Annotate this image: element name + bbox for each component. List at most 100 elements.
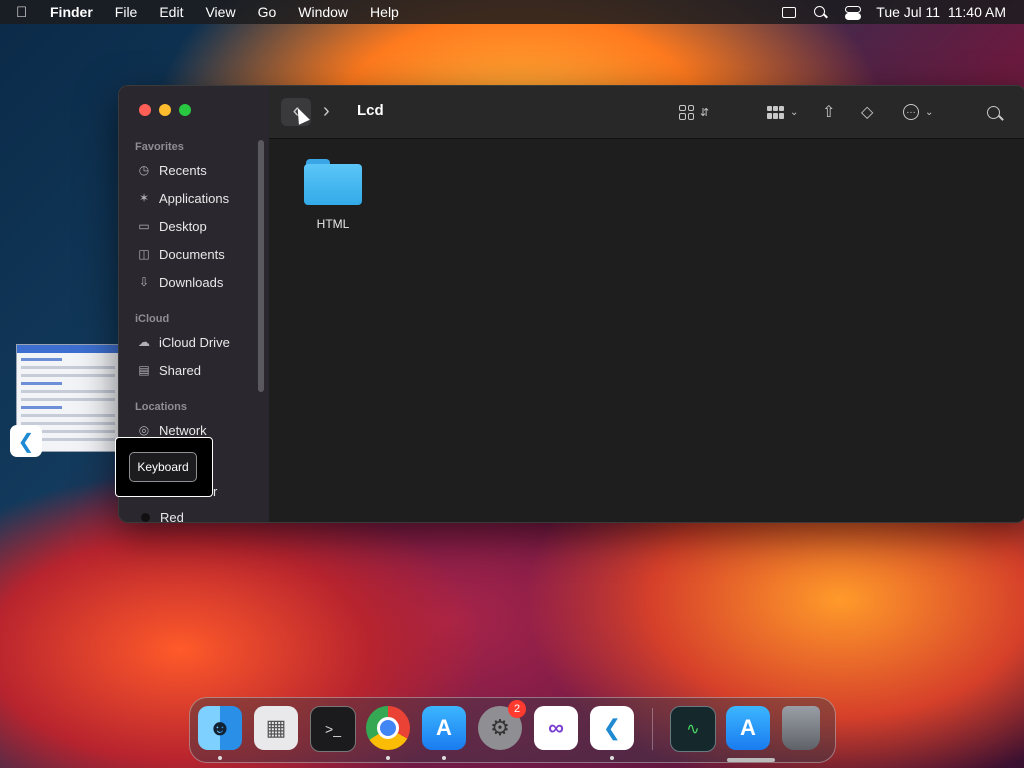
running-indicator <box>386 756 390 760</box>
sidebar-item-desktop[interactable]: ▭ Desktop <box>135 215 207 237</box>
menu-view[interactable]: View <box>205 4 235 20</box>
sidebar-item-label: iCloud Drive <box>159 334 230 350</box>
desktop-icon: ▭ <box>138 219 150 233</box>
menu-bar:  Finder File Edit View Go Window Help T… <box>0 0 1024 24</box>
keyboard-overlay: Keyboard <box>115 437 213 497</box>
dock-preview[interactable]: ▦ <box>254 706 298 750</box>
share-icon: ⇧ <box>822 104 836 121</box>
keyboard-button[interactable]: Keyboard <box>129 452 197 482</box>
sidebar-item-label: Applications <box>159 190 230 206</box>
settings-icon: ⚙ <box>490 715 510 740</box>
chevron-down-icon: ⌄ <box>925 106 934 118</box>
menu-file[interactable]: File <box>115 4 138 20</box>
group-button[interactable]: ⌄ <box>767 100 798 124</box>
tags-button[interactable]: ◇ <box>861 100 873 124</box>
sidebar-item-recents[interactable]: ◷ Recents <box>135 159 207 181</box>
group-grid-icon <box>767 105 784 119</box>
clock-icon: ◷ <box>138 163 150 177</box>
dock-activity-monitor[interactable]: ∿ <box>670 706 716 752</box>
sidebar-header-favorites: Favorites <box>135 141 184 153</box>
sidebar-item-label: Recents <box>159 162 207 178</box>
running-indicator <box>442 756 446 760</box>
dock-vscode[interactable]: ❮ <box>590 706 634 750</box>
sidebar-item-label: Network <box>159 422 207 438</box>
dock-chrome[interactable] <box>366 706 410 750</box>
vscode-icon: ❮ <box>602 715 622 740</box>
dock-finder[interactable]: ☻ <box>198 706 242 750</box>
vscode-app-icon[interactable]: ❮ <box>10 425 42 457</box>
dock-scroll-indicator <box>727 758 775 762</box>
folder-item[interactable]: HTML <box>303 157 363 231</box>
folder-icon <box>304 157 362 205</box>
screen-mirroring-icon[interactable] <box>780 4 797 20</box>
minimize-button[interactable] <box>159 104 171 116</box>
dock-app-store-2[interactable]: A <box>726 706 770 750</box>
running-indicator <box>610 756 614 760</box>
sidebar-header-icloud: iCloud <box>135 313 170 325</box>
sidebar-item-tag-red[interactable]: Red <box>135 506 184 523</box>
running-indicator <box>218 756 222 760</box>
window-controls <box>139 104 191 116</box>
activity-monitor-icon: ∿ <box>686 721 700 738</box>
dock-system-settings[interactable]: ⚙ 2 <box>478 700 526 750</box>
cloud-icon: ☁ <box>138 335 150 349</box>
apple-menu-icon[interactable]:  <box>16 4 36 21</box>
sidebar-item-location-2[interactable]: r <box>213 480 217 502</box>
menu-go[interactable]: Go <box>258 4 277 20</box>
menu-window[interactable]: Window <box>298 4 348 20</box>
sidebar-header-locations: Locations <box>135 401 187 413</box>
sidebar-item-downloads[interactable]: ⇩ Downloads <box>135 271 223 293</box>
search-icon-handle <box>998 115 1004 121</box>
more-actions-button[interactable]: … ⌄ <box>903 100 933 124</box>
control-center-icon[interactable] <box>844 4 862 20</box>
sidebar-item-label: Documents <box>159 246 225 262</box>
forward-button[interactable]: › <box>323 98 343 126</box>
dock: ☻ ▦ >_ A ⚙ 2 ∞ ❮ ∿ A <box>189 697 836 763</box>
spotlight-search-icon[interactable] <box>812 4 828 20</box>
sidebar-item-label: r <box>213 483 218 499</box>
sidebar-item-shared[interactable]: ▤ Shared <box>135 359 201 381</box>
sidebar-item-icloud-drive[interactable]: ☁ iCloud Drive <box>135 331 230 353</box>
ellipsis-circle-icon: … <box>903 104 919 120</box>
view-mode-button[interactable]: ⇵ <box>679 100 709 124</box>
shared-folder-icon: ▤ <box>138 363 150 377</box>
sidebar-scrollbar[interactable] <box>258 140 264 392</box>
visual-studio-icon: ∞ <box>548 715 564 740</box>
sidebar-item-documents[interactable]: ◫ Documents <box>135 243 225 265</box>
sidebar-item-applications[interactable]: ✶ Applications <box>135 187 229 209</box>
sidebar-item-label: Desktop <box>159 218 207 234</box>
menu-clock[interactable]: Tue Jul 11 11:40 AM <box>876 4 1006 20</box>
notification-badge: 2 <box>508 700 526 718</box>
chevron-down-icon: ⌄ <box>790 106 799 118</box>
finder-window: Favorites ◷ Recents ✶ Applications ▭ Des… <box>118 85 1024 523</box>
dock-trash[interactable] <box>782 706 820 750</box>
close-button[interactable] <box>139 104 151 116</box>
app-store-icon: A <box>436 715 452 740</box>
document-icon: ◫ <box>138 247 150 261</box>
zoom-button[interactable] <box>179 104 191 116</box>
search-button[interactable] <box>987 100 1004 124</box>
toolbar: ‹ › Lcd ⇵ ⌄ ⇧ ◇ … ⌄ <box>269 86 1024 139</box>
folder-label: HTML <box>316 217 350 231</box>
menu-app-name[interactable]: Finder <box>50 4 93 20</box>
download-icon: ⇩ <box>138 275 150 289</box>
sidebar-item-label: Downloads <box>159 274 224 290</box>
menu-edit[interactable]: Edit <box>159 4 183 20</box>
dock-app-store[interactable]: A <box>422 706 466 750</box>
chrome-icon <box>377 717 399 739</box>
dock-visual-studio[interactable]: ∞ <box>534 706 578 750</box>
applications-icon: ✶ <box>138 191 150 205</box>
menu-help[interactable]: Help <box>370 4 399 20</box>
terminal-icon: >_ <box>325 721 341 737</box>
dock-separator <box>652 708 653 750</box>
preview-icon: ▦ <box>265 715 287 740</box>
file-browser-content[interactable]: HTML <box>269 139 1024 522</box>
sidebar-item-label: Red <box>160 509 184 523</box>
globe-icon: ◎ <box>138 423 150 437</box>
dock-terminal[interactable]: >_ <box>310 706 356 752</box>
app-store-icon: A <box>740 715 756 740</box>
finder-icon: ☻ <box>208 715 232 740</box>
tag-color-dot-icon <box>141 512 150 522</box>
window-title: Lcd <box>357 102 384 119</box>
share-button[interactable]: ⇧ <box>822 100 835 124</box>
